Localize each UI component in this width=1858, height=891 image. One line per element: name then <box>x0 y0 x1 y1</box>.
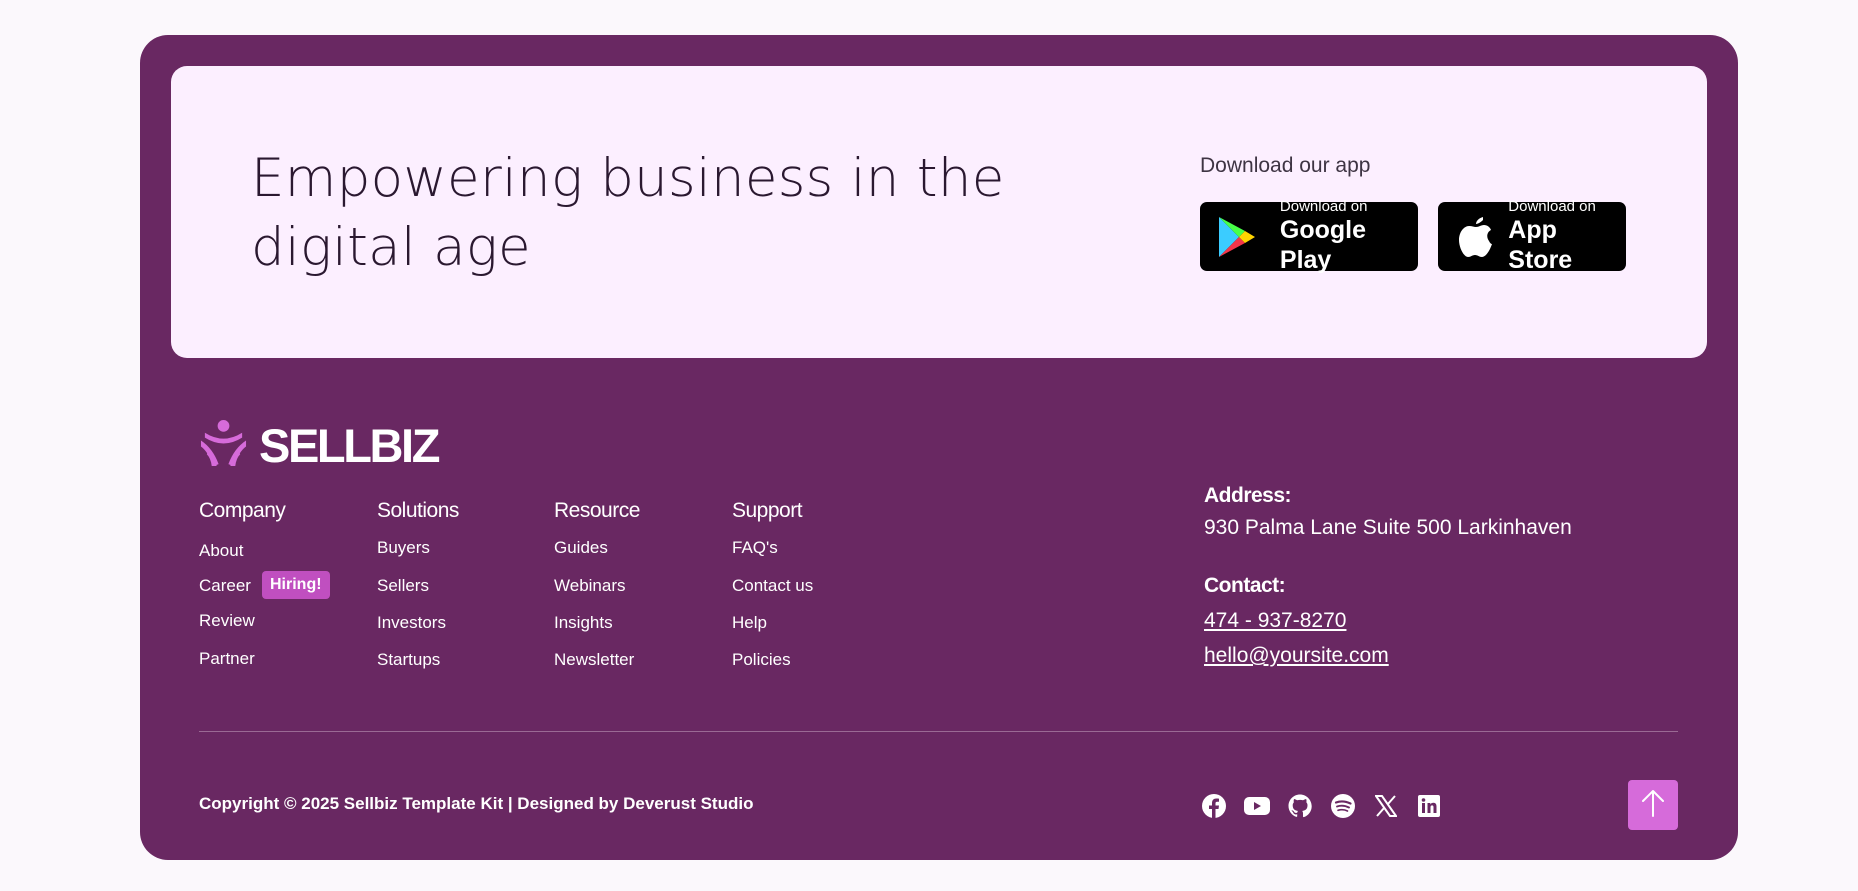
resource-column: Resource Guides Webinars Insights Newsle… <box>554 497 640 669</box>
youtube-icon[interactable] <box>1243 792 1270 819</box>
footer: Empowering business in the digital age D… <box>140 35 1738 860</box>
column-heading-company: Company <box>199 499 286 522</box>
google-play-label: Google Play <box>1279 216 1366 274</box>
brand-name: SELLBIZ <box>259 419 440 472</box>
column-heading-support: Support <box>732 499 803 522</box>
company-column: Company About Career Review Partner <box>199 497 286 668</box>
arrow-up-icon <box>1640 788 1666 823</box>
google-play-small-label: Download on <box>1279 198 1368 215</box>
email-link[interactable]: hello@yoursite.com <box>1204 644 1389 668</box>
sellbiz-logo-icon <box>199 419 248 473</box>
link-insights[interactable]: Insights <box>554 613 613 633</box>
brand-logo[interactable]: SELLBIZ <box>199 419 440 473</box>
app-download-banner: Empowering business in the digital age D… <box>171 66 1707 358</box>
app-store-button[interactable]: Download on App Store <box>1438 198 1626 274</box>
download-label: Download our app <box>1200 154 1371 177</box>
link-career[interactable]: Career <box>199 576 251 596</box>
link-help[interactable]: Help <box>732 613 767 633</box>
banner-heading: Empowering business in the digital age <box>251 148 1005 278</box>
facebook-icon[interactable] <box>1200 792 1227 819</box>
spotify-icon[interactable] <box>1329 792 1356 819</box>
linkedin-icon[interactable] <box>1415 792 1442 819</box>
footer-divider <box>199 731 1678 732</box>
link-investors[interactable]: Investors <box>377 613 446 633</box>
back-to-top-button[interactable] <box>1628 780 1678 830</box>
link-faqs[interactable]: FAQ's <box>732 538 778 558</box>
link-review[interactable]: Review <box>199 611 255 631</box>
copyright-text: Copyright © 2025 Sellbiz Template Kit | … <box>199 794 754 813</box>
link-contact-us[interactable]: Contact us <box>732 576 813 596</box>
link-partner[interactable]: Partner <box>199 649 255 669</box>
link-about[interactable]: About <box>199 541 243 561</box>
link-policies[interactable]: Policies <box>732 650 791 670</box>
address-label: Address: <box>1204 484 1292 507</box>
link-startups[interactable]: Startups <box>377 650 440 670</box>
social-links <box>1200 792 1442 819</box>
link-sellers[interactable]: Sellers <box>377 576 429 596</box>
link-newsletter[interactable]: Newsletter <box>554 650 634 670</box>
phone-link[interactable]: 474 - 937-8270 <box>1204 609 1346 633</box>
column-heading-solutions: Solutions <box>377 499 459 522</box>
app-store-small-label: Download on <box>1508 198 1596 215</box>
hiring-badge[interactable]: Hiring! <box>262 571 330 599</box>
link-webinars[interactable]: Webinars <box>554 576 626 596</box>
address-value: 930 Palma Lane Suite 500 Larkinhaven <box>1204 516 1572 539</box>
x-icon[interactable] <box>1372 792 1399 819</box>
link-buyers[interactable]: Buyers <box>377 538 430 558</box>
apple-icon <box>1452 213 1499 261</box>
support-column: Support FAQ's Contact us Help Policies <box>732 497 813 669</box>
solutions-column: Solutions Buyers Sellers Investors Start… <box>377 497 459 669</box>
link-guides[interactable]: Guides <box>554 538 608 558</box>
google-play-button[interactable]: Download on Google Play <box>1200 198 1418 274</box>
column-heading-resource: Resource <box>554 499 640 522</box>
contact-label: Contact: <box>1204 574 1286 597</box>
google-play-icon <box>1214 213 1260 261</box>
app-store-label: App Store <box>1508 216 1573 274</box>
github-icon[interactable] <box>1286 792 1313 819</box>
